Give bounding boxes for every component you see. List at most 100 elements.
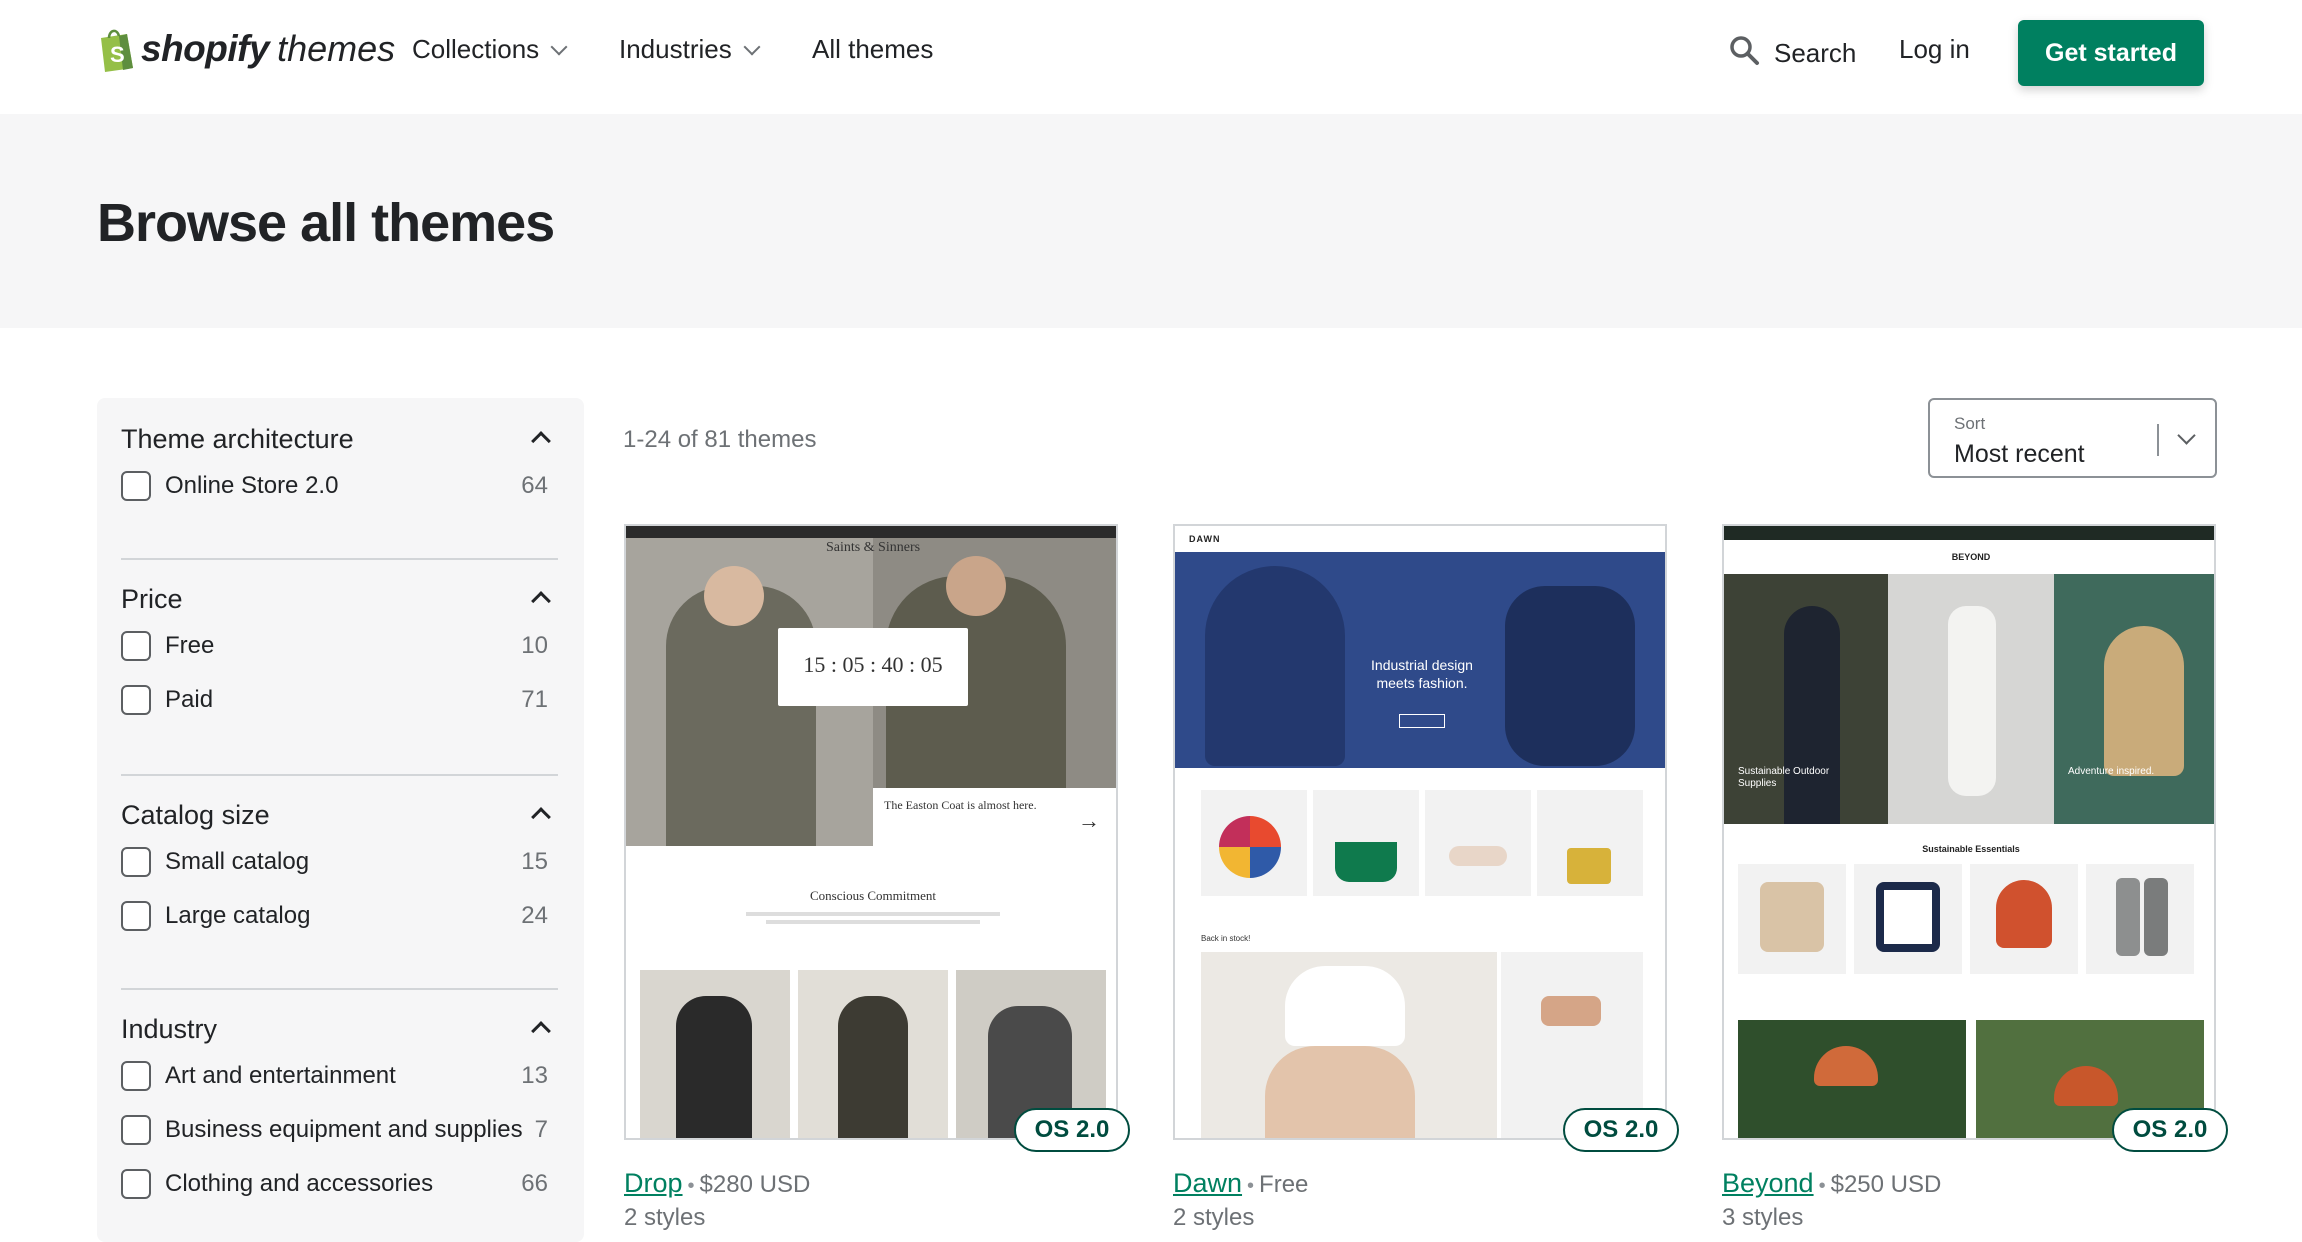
filter-option-count: 10: [521, 632, 548, 659]
theme-styles: 2 styles: [624, 1204, 706, 1231]
filter-title-industry[interactable]: Industry: [121, 1014, 217, 1045]
filter-option-label: Art and entertainment: [165, 1062, 396, 1089]
theme-name-link[interactable]: Beyond: [1722, 1168, 1814, 1199]
preview-hero-line2: meets fashion.: [1376, 675, 1468, 691]
theme-title-row: Beyond • $250 USD: [1722, 1168, 1941, 1199]
chevron-down-icon: [550, 38, 568, 55]
nav-collections-label: Collections: [412, 34, 540, 64]
filter-option-label: Clothing and accessories: [165, 1170, 434, 1197]
theme-card-beyond[interactable]: BEYOND Sustainable Outdoor Supplies Adve…: [1722, 524, 2216, 1231]
sort-value: Most recent: [1954, 440, 2085, 468]
chevron-down-icon: [743, 38, 761, 55]
theme-name-link[interactable]: Drop: [624, 1168, 683, 1199]
os2-badge: OS 2.0: [2112, 1108, 2228, 1152]
checkbox[interactable]: [121, 685, 151, 715]
divider: [121, 558, 558, 560]
svg-text:S: S: [110, 42, 125, 67]
preview-hero-line1: Industrial design: [1371, 657, 1473, 673]
filter-option-paid[interactable]: Paid 71: [121, 682, 558, 718]
get-started-button[interactable]: Get started: [2018, 20, 2204, 86]
filter-sidebar: Theme architecture Online Store 2.0 64 P…: [97, 398, 584, 1242]
filter-option-online-store-2[interactable]: Online Store 2.0 64: [121, 468, 558, 504]
chevron-up-icon[interactable]: [531, 807, 551, 827]
divider: [121, 988, 558, 990]
sort-label: Sort: [1954, 414, 1986, 433]
theme-preview-drop[interactable]: Saints & Sinners 15 : 05 : 40 : 05 The E…: [624, 524, 1118, 1140]
results-count: 1-24 of 81 themes: [623, 426, 817, 453]
nav-industries-label: Industries: [619, 34, 732, 64]
filter-option-label: Business equipment and supplies: [165, 1116, 523, 1143]
preview-brand: BEYOND: [1951, 552, 1991, 562]
preview-countdown: 15 : 05 : 40 : 05: [803, 652, 943, 677]
filter-option-count: 71: [521, 686, 548, 713]
separator-dot: •: [1818, 1175, 1826, 1197]
os2-badge: OS 2.0: [1563, 1108, 1679, 1152]
preview-right-caption: Adventure inspired.: [2068, 766, 2155, 777]
hero-banner: Browse all themes: [0, 114, 2302, 328]
preview-left-caption: Sustainable Outdoor Supplies: [1738, 766, 1830, 789]
os2-badge: OS 2.0: [1014, 1108, 1130, 1152]
top-navigation: S shopify themes Collections Industries …: [0, 0, 2302, 114]
filter-option-label: Large catalog: [165, 902, 311, 929]
filter-title-catalog-size[interactable]: Catalog size: [121, 800, 270, 831]
arrow-right-icon: →: [1078, 808, 1100, 833]
checkbox[interactable]: [121, 631, 151, 661]
preview-promo: The Easton Coat is almost here.: [884, 798, 1037, 812]
divider: [121, 774, 558, 776]
theme-name-link[interactable]: Dawn: [1173, 1168, 1242, 1199]
separator-dot: •: [1247, 1175, 1255, 1197]
search-icon: [1728, 34, 1760, 73]
theme-title-row: Drop • $280 USD: [624, 1168, 810, 1199]
nav-all-themes[interactable]: All themes: [812, 34, 933, 65]
separator-dot: •: [687, 1175, 695, 1197]
filter-option-label: Online Store 2.0: [165, 472, 339, 499]
filter-option-count: 13: [521, 1062, 548, 1089]
sort-select[interactable]: Sort Most recent: [1928, 398, 2217, 478]
filter-option-label: Free: [165, 632, 215, 659]
nav-industries[interactable]: Industries: [619, 34, 761, 65]
shopify-bag-icon: S: [97, 26, 135, 72]
filter-option-label: Small catalog: [165, 848, 310, 875]
filter-option-count: 15: [521, 848, 548, 875]
filter-option-large-catalog[interactable]: Large catalog 24: [121, 898, 558, 934]
filter-option-count: 64: [521, 472, 548, 499]
checkbox[interactable]: [121, 1115, 151, 1145]
sort-separator: [2157, 424, 2159, 456]
theme-title-row: Dawn • Free: [1173, 1168, 1308, 1199]
theme-price: $280 USD: [699, 1171, 811, 1198]
logo-wordmark-shopify: shopify: [141, 28, 270, 69]
chevron-up-icon[interactable]: [531, 431, 551, 451]
preview-section-title: Sustainable Essentials: [1922, 844, 2020, 854]
nav-collections[interactable]: Collections: [412, 34, 568, 65]
theme-card-dawn[interactable]: DAWN Industrial design meets fashion. Ba…: [1173, 524, 1667, 1231]
filter-option-count: 7: [534, 1116, 548, 1143]
filter-option-clothing-and-accessories[interactable]: Clothing and accessories 66: [121, 1166, 558, 1202]
filter-option-business-equipment[interactable]: Business equipment and supplies 7: [121, 1112, 558, 1148]
checkbox[interactable]: [121, 471, 151, 501]
filter-option-art-and-entertainment[interactable]: Art and entertainment 13: [121, 1058, 558, 1094]
shopify-themes-logo[interactable]: S shopify themes: [97, 24, 395, 74]
theme-price: Free: [1259, 1171, 1309, 1198]
preview-back-in-stock: Back in stock!: [1201, 934, 1251, 943]
theme-styles: 2 styles: [1173, 1204, 1255, 1231]
checkbox[interactable]: [121, 901, 151, 931]
filter-option-count: 66: [521, 1170, 548, 1197]
theme-styles: 3 styles: [1722, 1204, 1804, 1231]
filter-option-free[interactable]: Free 10: [121, 628, 558, 664]
search-button[interactable]: Search: [1728, 34, 1856, 73]
theme-preview-dawn[interactable]: DAWN Industrial design meets fashion. Ba…: [1173, 524, 1667, 1140]
nav-all-themes-label: All themes: [812, 34, 934, 64]
log-in-link[interactable]: Log in: [1899, 34, 1970, 65]
filter-title-theme-architecture[interactable]: Theme architecture: [121, 424, 354, 455]
search-label: Search: [1774, 38, 1857, 68]
checkbox[interactable]: [121, 1061, 151, 1091]
checkbox[interactable]: [121, 847, 151, 877]
theme-card-drop[interactable]: Saints & Sinners 15 : 05 : 40 : 05 The E…: [624, 524, 1118, 1231]
preview-section-title: Conscious Commitment: [809, 888, 937, 903]
filter-title-price[interactable]: Price: [121, 584, 183, 615]
chevron-up-icon[interactable]: [531, 591, 551, 611]
filter-option-small-catalog[interactable]: Small catalog 15: [121, 844, 558, 880]
theme-preview-beyond[interactable]: BEYOND Sustainable Outdoor Supplies Adve…: [1722, 524, 2216, 1140]
chevron-up-icon[interactable]: [531, 1021, 551, 1041]
checkbox[interactable]: [121, 1169, 151, 1199]
